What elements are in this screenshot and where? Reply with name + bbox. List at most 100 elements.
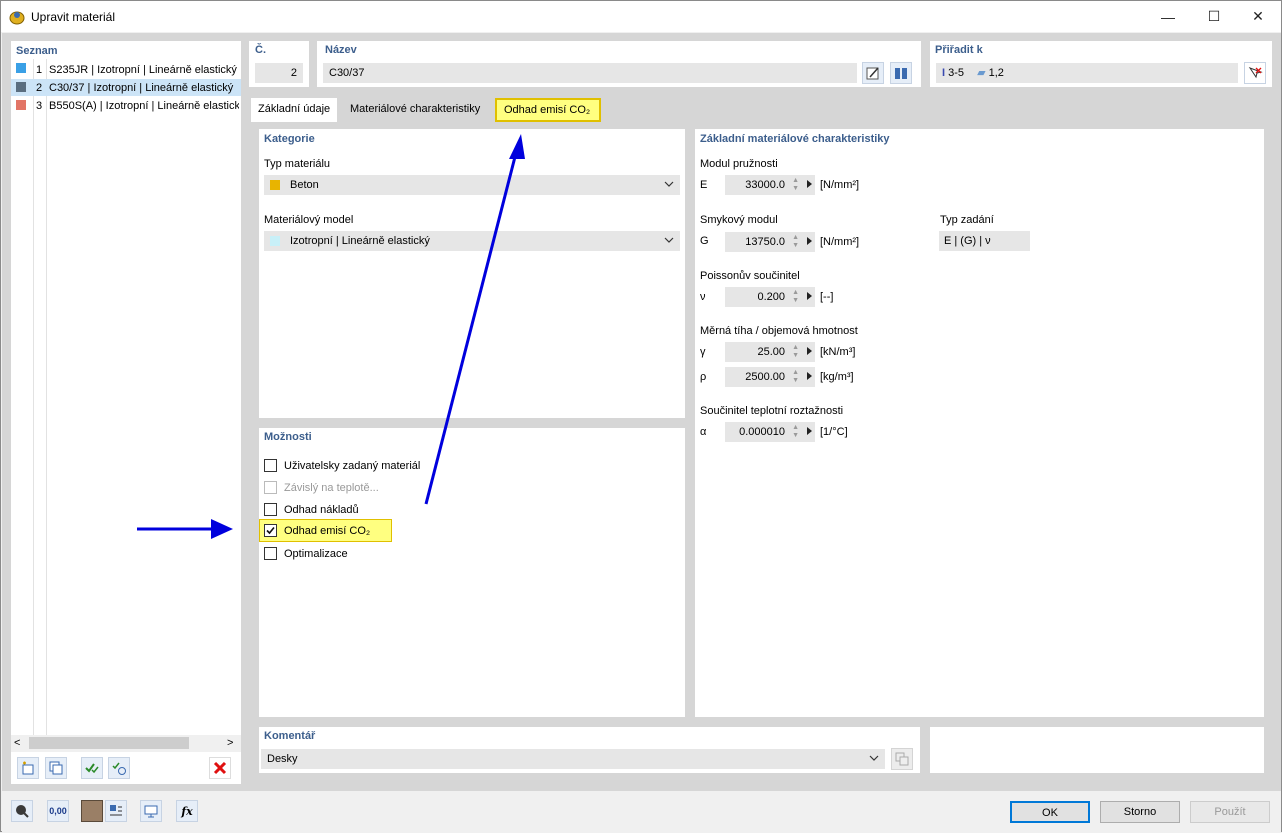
- list-item[interactable]: 2 C30/37 | Izotropní | Lineárně elastick…: [11, 79, 241, 96]
- name-field[interactable]: C30/37: [323, 63, 857, 83]
- name-label: Název: [325, 44, 357, 56]
- thermal-expansion-label: Součinitel teplotní roztažnosti: [700, 405, 844, 417]
- checkbox[interactable]: [264, 459, 277, 472]
- expand-arrow-icon[interactable]: [807, 427, 812, 435]
- tab-basic-data[interactable]: Základní údaje: [251, 98, 338, 124]
- window-title: Upravit materiál: [31, 10, 116, 24]
- tab-material-properties[interactable]: Materiálové charakteristiky: [343, 98, 487, 122]
- elastic-modulus-input[interactable]: 33000.0 ▲ ▼: [725, 175, 815, 195]
- symbol-alpha: α: [700, 426, 707, 438]
- checkbox[interactable]: [264, 547, 277, 560]
- comment-value: Desky: [267, 753, 298, 765]
- checkbox[interactable]: [264, 503, 277, 516]
- expand-arrow-icon[interactable]: [807, 372, 812, 380]
- material-model-select[interactable]: Izotropní | Lineárně elastický: [264, 231, 680, 251]
- list-header: Seznam: [16, 45, 58, 57]
- spin-icon[interactable]: ▲ ▼: [792, 234, 799, 250]
- option-cost-estimation[interactable]: Odhad nákladů: [264, 502, 564, 518]
- option-user-defined[interactable]: Uživatelsky zadaný materiál: [264, 458, 564, 474]
- input-type-field[interactable]: E | (G) | ν: [939, 231, 1030, 251]
- list-item[interactable]: 3 B550S(A) | Izotropní | Lineárně elasti…: [11, 97, 241, 114]
- close-window-button[interactable]: ✕: [1235, 1, 1281, 32]
- spin-icon[interactable]: ▲ ▼: [792, 344, 799, 360]
- material-type-select[interactable]: Beton: [264, 175, 680, 195]
- value: 2500.00: [745, 371, 785, 383]
- material-color-icon[interactable]: [81, 800, 103, 822]
- new-material-icon[interactable]: [17, 757, 39, 779]
- assign-panel: Přiřadit k I 3-5 ▰ 1,2: [930, 41, 1272, 87]
- spin-icon[interactable]: ▲ ▼: [792, 369, 799, 385]
- number-field[interactable]: 2: [255, 63, 303, 83]
- expand-arrow-icon[interactable]: [807, 180, 812, 188]
- unit-label: [--]: [820, 291, 834, 303]
- symbol-nu: ν: [700, 291, 706, 303]
- scroll-left-arrow[interactable]: <: [14, 737, 20, 749]
- list-divider: [46, 59, 47, 735]
- density-input[interactable]: 2500.00 ▲ ▼: [725, 367, 815, 387]
- expand-arrow-icon[interactable]: [807, 292, 812, 300]
- unit-label: [1/°C]: [820, 426, 848, 438]
- material-properties-icon[interactable]: [105, 800, 127, 822]
- display-settings-icon[interactable]: [140, 800, 162, 822]
- material-type-value: Beton: [290, 179, 319, 191]
- surface-icon: ▰: [977, 67, 986, 79]
- formula-icon[interactable]: fx: [176, 800, 198, 822]
- material-library-icon[interactable]: [890, 62, 912, 84]
- copy-material-icon[interactable]: [45, 757, 67, 779]
- properties-title: Základní materiálové charakteristiky: [700, 133, 890, 145]
- maximize-button[interactable]: ☐: [1191, 1, 1237, 32]
- decimal-places-icon[interactable]: 0,00: [47, 800, 69, 822]
- option-optimization[interactable]: Optimalizace: [264, 546, 564, 562]
- dialog-window: Upravit materiál — ☐ ✕ Seznam 1 S235JR |…: [0, 0, 1282, 832]
- scroll-right-arrow[interactable]: >: [227, 737, 233, 749]
- check-sync-icon[interactable]: [108, 757, 130, 779]
- option-label: Optimalizace: [284, 548, 348, 560]
- material-color-swatch: [16, 63, 26, 73]
- expand-arrow-icon[interactable]: [807, 347, 812, 355]
- spin-icon[interactable]: ▲ ▼: [792, 289, 799, 305]
- value: 33000.0: [745, 179, 785, 191]
- list-item[interactable]: 1 S235JR | Izotropní | Lineárně elastick…: [11, 61, 241, 78]
- material-type-label: Typ materiálu: [264, 158, 331, 170]
- chevron-down-icon: [869, 755, 879, 761]
- assign-field[interactable]: I 3-5 ▰ 1,2: [936, 63, 1238, 83]
- spin-icon[interactable]: ▲ ▼: [792, 424, 799, 440]
- comment-copy-icon[interactable]: [891, 748, 913, 770]
- poisson-input[interactable]: 0.200 ▲ ▼: [725, 287, 815, 307]
- scrollbar-thumb[interactable]: [29, 737, 189, 749]
- blank-panel: [930, 727, 1264, 773]
- checkbox-checked[interactable]: [264, 524, 277, 537]
- cancel-button[interactable]: Storno: [1100, 801, 1180, 823]
- apply-button[interactable]: Použít: [1190, 801, 1270, 823]
- horizontal-scrollbar[interactable]: < >: [11, 735, 241, 752]
- number-label: Č.: [255, 44, 266, 56]
- options-panel: Možnosti Uživatelsky zadaný materiál Záv…: [259, 428, 685, 717]
- tab-co2-emissions[interactable]: Odhad emisí CO₂: [495, 98, 601, 122]
- chevron-down-icon: [664, 181, 674, 187]
- material-list-panel: Seznam 1 S235JR | Izotropní | Lineárně e…: [11, 41, 241, 784]
- chevron-down-icon: [664, 237, 674, 243]
- help-icon[interactable]: [11, 800, 33, 822]
- ok-button[interactable]: OK: [1010, 801, 1090, 823]
- shear-modulus-input[interactable]: 13750.0 ▲ ▼: [725, 232, 815, 252]
- delete-icon[interactable]: [209, 757, 231, 779]
- check-all-icon[interactable]: [81, 757, 103, 779]
- spin-icon[interactable]: ▲ ▼: [792, 177, 799, 193]
- assigned-surfaces: 1,2: [988, 67, 1004, 79]
- assigned-members: 3-5: [948, 67, 965, 79]
- thermal-expansion-input[interactable]: 0.000010 ▲ ▼: [725, 422, 815, 442]
- options-title: Možnosti: [264, 431, 312, 443]
- pick-select-icon[interactable]: [1244, 62, 1266, 84]
- minimize-button[interactable]: —: [1145, 1, 1191, 32]
- comment-select[interactable]: Desky: [261, 749, 885, 769]
- expand-arrow-icon[interactable]: [807, 237, 812, 245]
- list-item-number: 2: [36, 82, 43, 94]
- app-icon: [9, 11, 25, 25]
- list-item-label: B550S(A) | Izotropní | Lineárně elastick…: [49, 100, 239, 112]
- specific-weight-input[interactable]: 25.00 ▲ ▼: [725, 342, 815, 362]
- option-co2-highlight[interactable]: Odhad emisí CO₂: [259, 519, 392, 542]
- value: 13750.0: [745, 236, 785, 248]
- comment-label: Komentář: [264, 730, 316, 742]
- edit-name-icon[interactable]: [862, 62, 884, 84]
- assign-label: Přiřadit k: [935, 44, 983, 56]
